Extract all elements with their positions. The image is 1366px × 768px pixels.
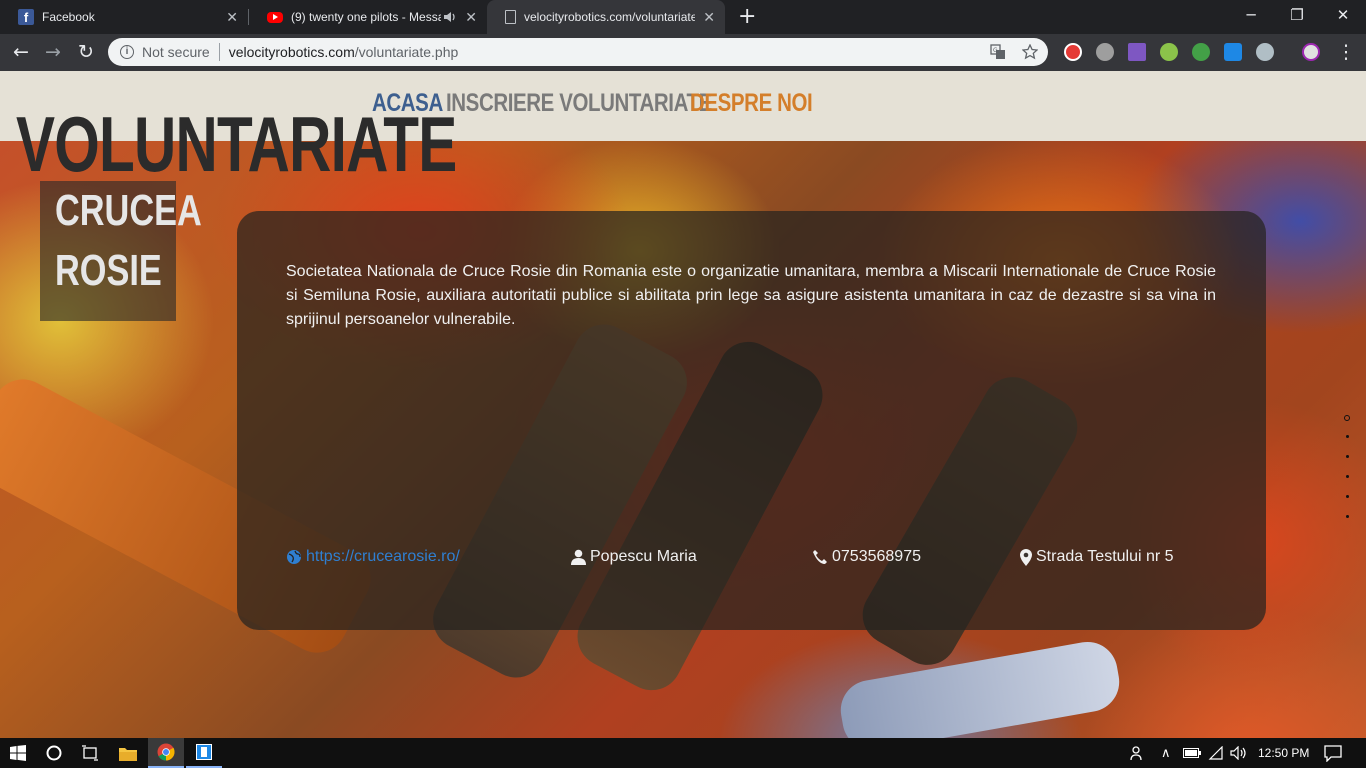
- close-tab-icon[interactable]: ✕: [226, 9, 238, 26]
- translate-icon[interactable]: G: [990, 44, 1006, 60]
- contact-phone: 0753568975: [812, 548, 921, 566]
- close-tab-icon[interactable]: ✕: [703, 9, 715, 26]
- battery-icon[interactable]: [1183, 748, 1201, 758]
- youtube-icon: [267, 11, 283, 23]
- evernote-extension-icon[interactable]: [1192, 43, 1210, 61]
- contact-address: Strada Testului nr 5: [1020, 548, 1174, 566]
- bookmark-star-icon[interactable]: [1022, 44, 1038, 60]
- close-tab-icon[interactable]: ✕: [465, 9, 477, 26]
- image-extension-icon[interactable]: [1128, 43, 1146, 61]
- speaker-icon[interactable]: [443, 11, 457, 23]
- restore-button[interactable]: ❐: [1274, 0, 1320, 34]
- map-marker-icon: [1020, 548, 1032, 566]
- chrome-icon: [157, 743, 175, 761]
- url-path[interactable]: /voluntariate.php: [355, 44, 459, 60]
- minimize-button[interactable]: ─: [1228, 0, 1274, 34]
- page-dot[interactable]: [1346, 515, 1349, 518]
- page-dot[interactable]: [1346, 435, 1349, 438]
- page-dot-active[interactable]: [1344, 415, 1350, 421]
- organization-name-box: CRUCEA ROSIE: [40, 181, 202, 321]
- chat-extension-icon[interactable]: [1096, 43, 1114, 61]
- task-view-icon: [82, 745, 98, 761]
- page-dot[interactable]: [1346, 495, 1349, 498]
- cortana-button[interactable]: [36, 738, 72, 768]
- svg-text:G: G: [993, 47, 998, 54]
- wifi-icon[interactable]: [1208, 746, 1224, 760]
- phone-number: 0753568975: [832, 548, 921, 565]
- chrome-taskbar-button[interactable]: [148, 738, 184, 768]
- browser-toolbar: ← → ↻ i Not secure velocityrobotics.com /…: [0, 34, 1366, 71]
- page-dot[interactable]: [1346, 475, 1349, 478]
- website-link[interactable]: https://crucearosie.ro/: [286, 548, 460, 566]
- page-title: VOLUNTARIATE: [16, 100, 457, 188]
- adblock-extension-icon[interactable]: [1064, 43, 1082, 61]
- nav-link-despre-noi[interactable]: DESPRE NOI: [690, 89, 813, 118]
- windows-logo-icon: [10, 745, 26, 761]
- organization-name-line1: CRUCEA: [54, 186, 202, 235]
- back-button[interactable]: ←: [8, 39, 34, 65]
- grammarly-extension-icon[interactable]: [1160, 43, 1178, 61]
- folder-icon: [119, 747, 137, 761]
- clock-time[interactable]: 12:50 PM: [1258, 746, 1309, 760]
- info-icon[interactable]: i: [120, 45, 134, 59]
- security-label[interactable]: Not secure: [142, 44, 210, 60]
- web-page: ACASA INSCRIERE VOLUNTARIATE DESPRE NOI …: [0, 71, 1366, 738]
- start-button[interactable]: [0, 738, 36, 768]
- tab-title: Facebook: [42, 10, 95, 24]
- robot-extension-icon[interactable]: [1224, 43, 1242, 61]
- tab-voluntariate[interactable]: velocityrobotics.com/voluntariate ✕: [487, 0, 725, 34]
- user-icon: [571, 549, 586, 565]
- phone-icon: [813, 550, 827, 564]
- reload-button[interactable]: ↻: [73, 39, 99, 65]
- browser-tab-strip: f Facebook ✕ (9) twenty one pilots - Mes…: [0, 0, 1366, 34]
- organization-description: Societatea Nationala de Cruce Rosie din …: [286, 263, 1216, 328]
- contact-name: Popescu Maria: [590, 548, 697, 565]
- website-url[interactable]: https://crucearosie.ro/: [306, 548, 460, 566]
- show-hidden-icons-chevron-icon[interactable]: ∧: [1161, 745, 1171, 761]
- tab-youtube[interactable]: (9) twenty one pilots - Messa ✕: [249, 0, 487, 34]
- nav-link-inscriere-voluntariate[interactable]: INSCRIERE VOLUNTARIATE: [446, 89, 712, 118]
- globe-icon: [287, 550, 301, 564]
- people-icon[interactable]: [1130, 745, 1146, 761]
- windows-taskbar: ∧ 12:50 PM: [0, 738, 1366, 768]
- page-dot[interactable]: [1346, 455, 1349, 458]
- new-tab-button[interactable]: +: [738, 4, 756, 30]
- tab-title: (9) twenty one pilots - Messa: [291, 10, 441, 24]
- address-bar[interactable]: i Not secure velocityrobotics.com/volunt…: [108, 38, 1048, 66]
- tab-facebook[interactable]: f Facebook ✕: [0, 0, 248, 34]
- contact-person: Popescu Maria: [571, 548, 697, 566]
- app-taskbar-button[interactable]: [186, 738, 222, 768]
- organization-card: Societatea Nationala de Cruce Rosie din …: [237, 211, 1266, 630]
- file-explorer-button[interactable]: [110, 738, 146, 768]
- url-domain[interactable]: velocityrobotics.com: [229, 44, 355, 60]
- action-center-icon[interactable]: [1324, 745, 1342, 762]
- profile-avatar[interactable]: [1302, 43, 1320, 61]
- browser-menu-button[interactable]: ⋮: [1333, 39, 1359, 65]
- tab-title: velocityrobotics.com/voluntariate: [524, 10, 695, 24]
- ghost-extension-icon[interactable]: [1256, 43, 1274, 61]
- address-text: Strada Testului nr 5: [1036, 548, 1174, 565]
- cortana-circle-icon: [46, 745, 62, 761]
- forward-button[interactable]: →: [40, 39, 66, 65]
- facebook-icon: f: [18, 9, 34, 25]
- close-window-button[interactable]: ✕: [1320, 0, 1366, 34]
- organization-name-line2: ROSIE: [54, 246, 162, 295]
- volume-icon[interactable]: [1230, 746, 1248, 760]
- app-window-icon: [196, 744, 212, 760]
- task-view-button[interactable]: [72, 738, 108, 768]
- document-icon: [505, 10, 516, 24]
